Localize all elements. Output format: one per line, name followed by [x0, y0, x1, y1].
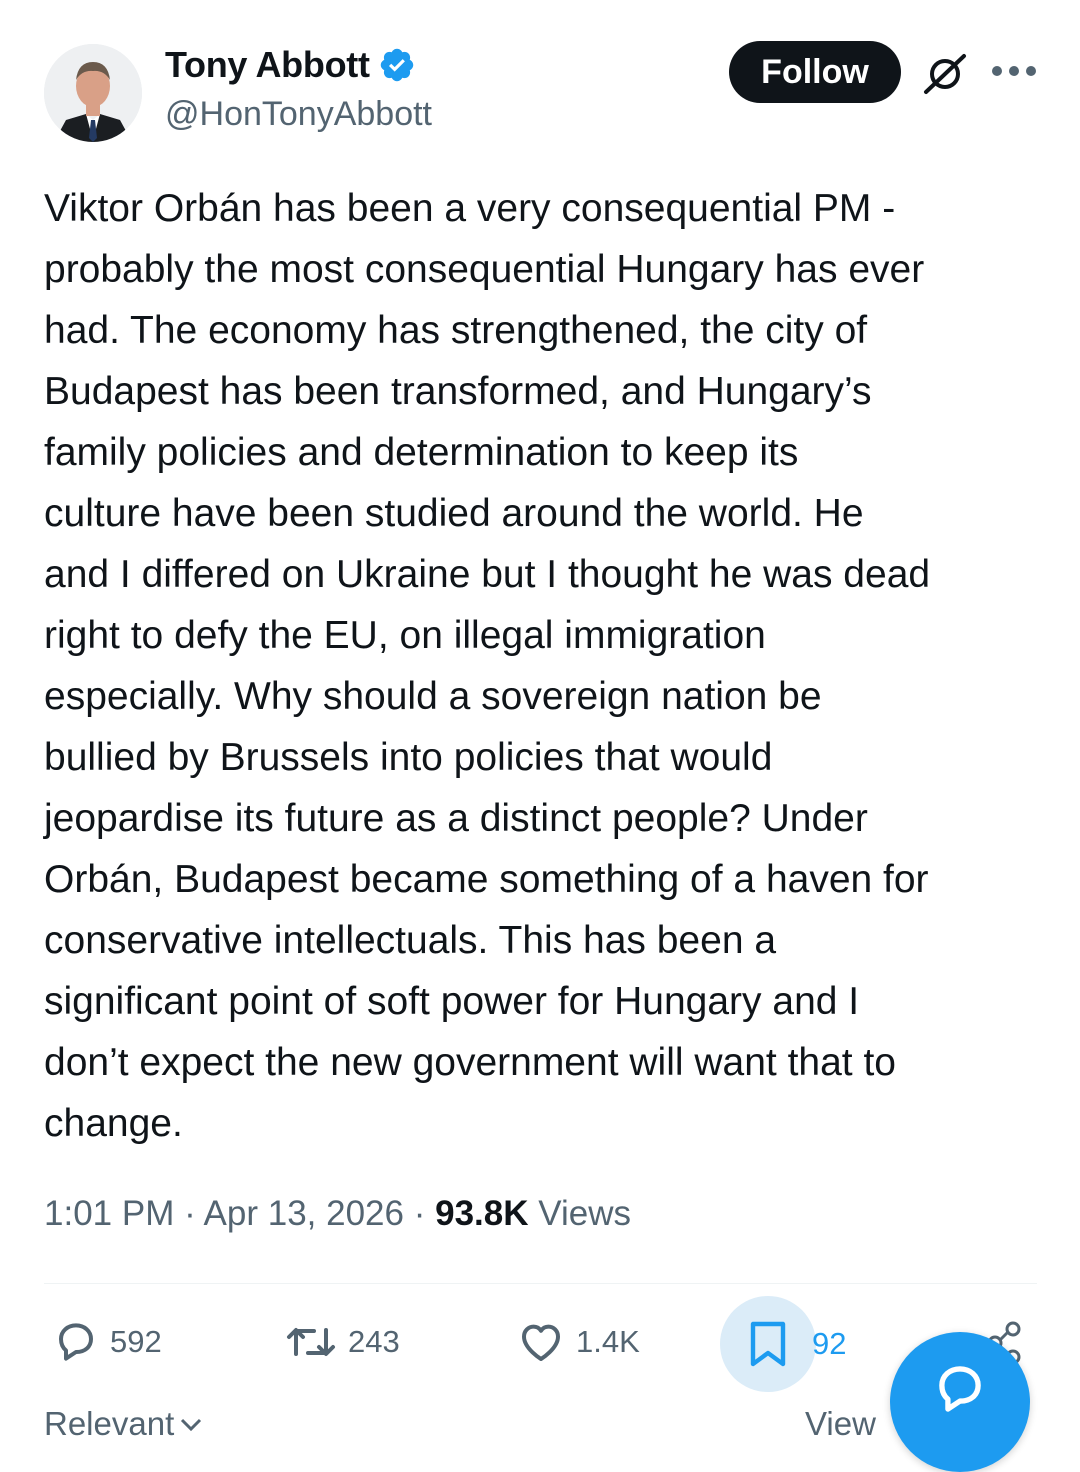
more-icon[interactable]: [990, 64, 1038, 78]
repost-icon: [287, 1328, 335, 1356]
tweet-meta: 1:01 PM · Apr 13, 2026 · 93.8K Views: [44, 1194, 631, 1234]
tweet-time[interactable]: 1:01 PM: [44, 1194, 174, 1233]
reply-sort-selector[interactable]: Relevant: [44, 1405, 204, 1443]
tweet-date[interactable]: Apr 13, 2026: [204, 1194, 404, 1233]
avatar-portrait: [44, 44, 142, 142]
grok-icon[interactable]: [920, 52, 970, 96]
verified-badge-icon: [380, 48, 413, 82]
avatar[interactable]: [44, 44, 142, 142]
follow-button[interactable]: Follow: [729, 41, 901, 103]
chevron-down-icon: [181, 1418, 202, 1432]
like-count: 1.4K: [576, 1324, 640, 1359]
author-name[interactable]: Tony Abbott: [165, 44, 370, 86]
bookmark-highlight: [720, 1296, 816, 1392]
repost-button[interactable]: 243: [284, 1318, 400, 1366]
reply-sort-label: Relevant: [44, 1405, 175, 1442]
like-button[interactable]: 1.4K: [516, 1318, 640, 1366]
reply-count: 592: [110, 1324, 162, 1359]
like-icon: [522, 1324, 560, 1361]
compose-reply-button[interactable]: [890, 1332, 1030, 1472]
meta-separator: ·: [413, 1194, 436, 1233]
repost-count: 243: [348, 1324, 400, 1359]
views-count: 93.8K: [435, 1194, 529, 1233]
bookmark-count: 92: [812, 1326, 847, 1361]
tweet-text: Viktor Orbán has been a very consequenti…: [44, 187, 931, 1145]
views-label: Views: [538, 1194, 631, 1233]
compose-reply-icon: [939, 1366, 981, 1412]
bookmark-button[interactable]: 92: [720, 1296, 846, 1392]
divider: [44, 1283, 1037, 1284]
bookmark-icon: [750, 1321, 786, 1367]
view-link[interactable]: View: [805, 1405, 876, 1443]
reply-button[interactable]: 592: [52, 1318, 162, 1366]
reply-icon: [59, 1323, 93, 1361]
author-name-row: Tony Abbott: [165, 44, 416, 86]
meta-separator: ·: [184, 1194, 204, 1233]
tweet-header: Tony Abbott @HonTonyAbbott Follow: [0, 0, 1080, 160]
author-handle[interactable]: @HonTonyAbbott: [165, 95, 432, 134]
